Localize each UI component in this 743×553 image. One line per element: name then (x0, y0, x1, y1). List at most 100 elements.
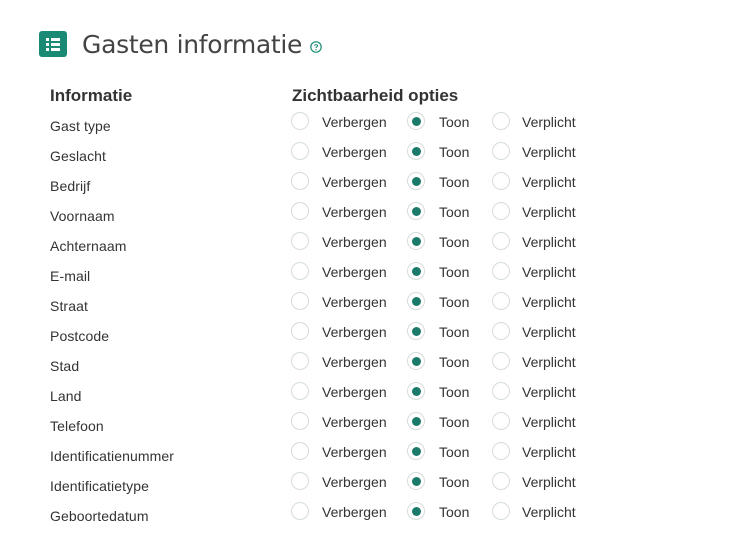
radio-button[interactable] (492, 502, 510, 520)
visibility-option-verbergen[interactable]: Verbergen (291, 412, 387, 430)
visibility-option-toon[interactable]: Toon (407, 232, 469, 250)
radio-button[interactable] (407, 502, 425, 520)
radio-button[interactable] (492, 142, 510, 160)
visibility-option-verplicht[interactable]: Verplicht (492, 442, 576, 460)
radio-button[interactable] (407, 292, 425, 310)
visibility-option-verbergen[interactable]: Verbergen (291, 352, 387, 370)
visibility-option-toon[interactable]: Toon (407, 322, 469, 340)
radio-button[interactable] (291, 322, 309, 340)
radio-button[interactable] (407, 442, 425, 460)
radio-button[interactable] (492, 292, 510, 310)
radio-button[interactable] (492, 382, 510, 400)
visibility-option-verbergen[interactable]: Verbergen (291, 112, 387, 130)
visibility-option-verbergen[interactable]: Verbergen (291, 202, 387, 220)
radio-button[interactable] (492, 262, 510, 280)
radio-button[interactable] (291, 142, 309, 160)
radio-button[interactable] (407, 172, 425, 190)
visibility-option-verplicht[interactable]: Verplicht (492, 472, 576, 490)
option-label: Toon (439, 473, 470, 490)
visibility-option-toon[interactable]: Toon (407, 112, 469, 130)
visibility-option-verplicht[interactable]: Verplicht (492, 382, 576, 400)
visibility-option-toon[interactable]: Toon (407, 442, 469, 460)
visibility-option-toon[interactable]: Toon (407, 472, 469, 490)
help-circle-icon[interactable] (310, 41, 322, 53)
field-label: E-mail (50, 268, 91, 284)
option-label: Verplicht (522, 413, 576, 430)
radio-button[interactable] (407, 262, 425, 280)
radio-button[interactable] (291, 502, 309, 520)
radio-button[interactable] (291, 412, 309, 430)
visibility-option-verbergen[interactable]: Verbergen (291, 262, 387, 280)
radio-button[interactable] (492, 112, 510, 130)
visibility-option-toon[interactable]: Toon (407, 262, 469, 280)
option-label: Verbergen (322, 233, 387, 250)
radio-button[interactable] (492, 232, 510, 250)
radio-button[interactable] (291, 172, 309, 190)
radio-button[interactable] (492, 472, 510, 490)
radio-button[interactable] (291, 442, 309, 460)
field-row: Voornaam Verbergen Toon Verplicht (0, 199, 743, 229)
radio-button[interactable] (291, 232, 309, 250)
radio-button[interactable] (407, 232, 425, 250)
radio-button[interactable] (407, 142, 425, 160)
visibility-option-verplicht[interactable]: Verplicht (492, 262, 576, 280)
visibility-option-verplicht[interactable]: Verplicht (492, 412, 576, 430)
section-header: Gasten informatie (39, 27, 322, 61)
option-label: Verplicht (522, 263, 576, 280)
radio-button[interactable] (407, 112, 425, 130)
radio-button[interactable] (407, 202, 425, 220)
radio-button[interactable] (492, 202, 510, 220)
visibility-option-verbergen[interactable]: Verbergen (291, 472, 387, 490)
visibility-option-toon[interactable]: Toon (407, 292, 469, 310)
visibility-option-toon[interactable]: Toon (407, 202, 469, 220)
visibility-option-verplicht[interactable]: Verplicht (492, 322, 576, 340)
visibility-option-verbergen[interactable]: Verbergen (291, 322, 387, 340)
visibility-option-verbergen[interactable]: Verbergen (291, 292, 387, 310)
radio-button[interactable] (407, 412, 425, 430)
field-row: Telefoon Verbergen Toon Verplicht (0, 409, 743, 439)
option-label: Verplicht (522, 173, 576, 190)
radio-button[interactable] (407, 322, 425, 340)
radio-button[interactable] (291, 202, 309, 220)
visibility-option-verplicht[interactable]: Verplicht (492, 112, 576, 130)
radio-button[interactable] (407, 472, 425, 490)
radio-button[interactable] (291, 472, 309, 490)
visibility-option-verplicht[interactable]: Verplicht (492, 232, 576, 250)
visibility-option-toon[interactable]: Toon (407, 502, 469, 520)
visibility-option-verplicht[interactable]: Verplicht (492, 502, 576, 520)
visibility-option-toon[interactable]: Toon (407, 142, 469, 160)
visibility-option-verplicht[interactable]: Verplicht (492, 142, 576, 160)
visibility-option-verbergen[interactable]: Verbergen (291, 172, 387, 190)
radio-button[interactable] (291, 112, 309, 130)
option-label: Verbergen (322, 113, 387, 130)
radio-button[interactable] (291, 352, 309, 370)
radio-button[interactable] (492, 442, 510, 460)
radio-button[interactable] (291, 382, 309, 400)
visibility-option-verplicht[interactable]: Verplicht (492, 292, 576, 310)
visibility-option-toon[interactable]: Toon (407, 382, 469, 400)
option-label: Verplicht (522, 323, 576, 340)
option-label: Verplicht (522, 503, 576, 520)
radio-button[interactable] (492, 172, 510, 190)
field-row: Land Verbergen Toon Verplicht (0, 379, 743, 409)
radio-button[interactable] (492, 322, 510, 340)
visibility-option-verbergen[interactable]: Verbergen (291, 232, 387, 250)
visibility-option-verplicht[interactable]: Verplicht (492, 202, 576, 220)
option-label: Verbergen (322, 473, 387, 490)
radio-button[interactable] (291, 292, 309, 310)
visibility-option-verplicht[interactable]: Verplicht (492, 172, 576, 190)
visibility-option-toon[interactable]: Toon (407, 352, 469, 370)
radio-button[interactable] (407, 382, 425, 400)
radio-button[interactable] (407, 352, 425, 370)
radio-button[interactable] (291, 262, 309, 280)
visibility-option-verplicht[interactable]: Verplicht (492, 352, 576, 370)
visibility-option-toon[interactable]: Toon (407, 412, 469, 430)
visibility-option-verbergen[interactable]: Verbergen (291, 142, 387, 160)
visibility-option-verbergen[interactable]: Verbergen (291, 382, 387, 400)
visibility-option-verbergen[interactable]: Verbergen (291, 442, 387, 460)
visibility-option-toon[interactable]: Toon (407, 172, 469, 190)
radio-button[interactable] (492, 412, 510, 430)
radio-button[interactable] (492, 352, 510, 370)
option-label: Verplicht (522, 233, 576, 250)
visibility-option-verbergen[interactable]: Verbergen (291, 502, 387, 520)
